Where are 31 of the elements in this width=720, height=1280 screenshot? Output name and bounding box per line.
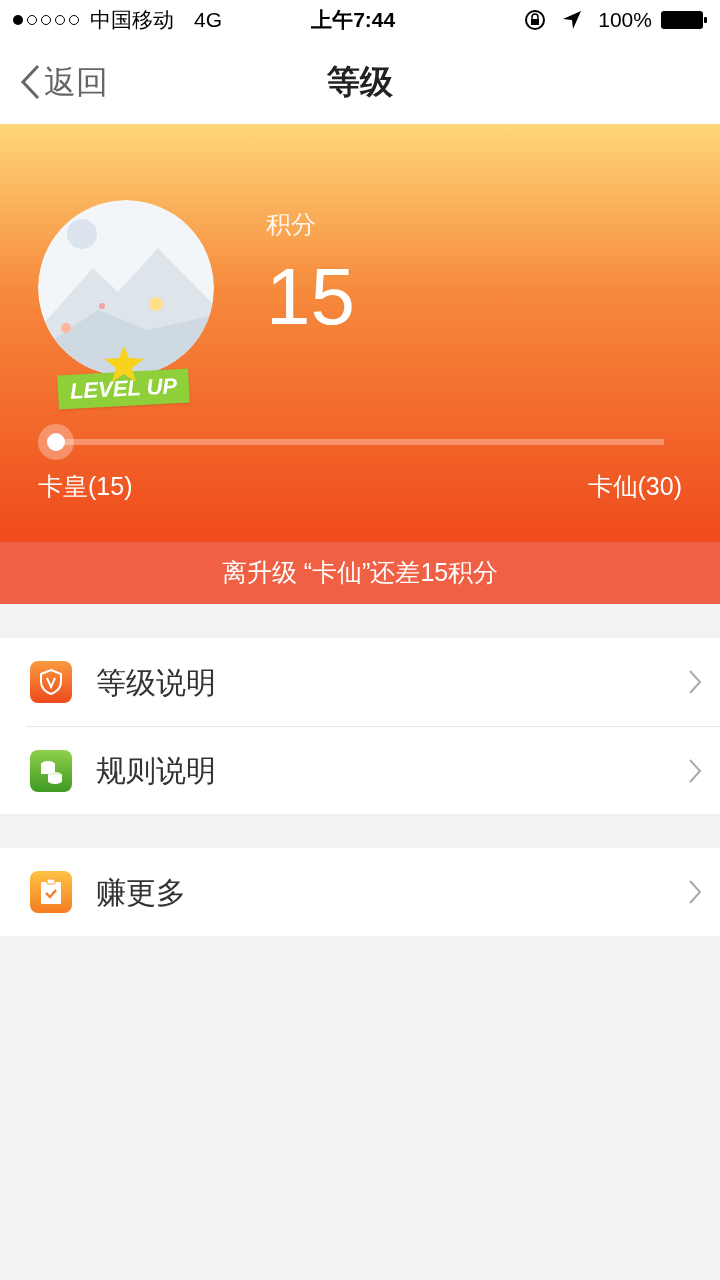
network-type: 4G — [194, 7, 222, 34]
shield-icon — [30, 661, 72, 703]
chevron-right-icon — [688, 669, 702, 695]
clock-time: 上午7:44 — [311, 7, 396, 34]
next-level-label: 卡仙(30) — [587, 471, 682, 502]
points-label: 积分 — [266, 209, 317, 240]
points-value: 15 — [266, 251, 355, 342]
clipboard-check-icon — [30, 871, 72, 913]
battery-icon — [660, 9, 708, 31]
progress-thumb[interactable] — [47, 433, 65, 451]
coins-icon — [30, 749, 72, 792]
star-icon — [102, 346, 146, 382]
menu-label: 赚更多 — [96, 874, 187, 911]
chevron-left-icon — [20, 64, 40, 100]
carrier-name: 中国移动 — [90, 7, 174, 34]
location-arrow-icon — [562, 10, 583, 30]
rotation-lock-icon — [524, 9, 547, 31]
menu-item[interactable]: 赚更多 — [0, 848, 720, 936]
menu-label: 规则说明 — [96, 753, 217, 789]
menu-item[interactable]: 规则说明 — [26, 726, 720, 814]
menu-label: 等级说明 — [96, 664, 217, 701]
chevron-right-icon — [688, 757, 702, 784]
upgrade-notice: 离升级 “卡仙”还差15积分 — [0, 542, 720, 604]
signal-icon — [12, 13, 82, 27]
battery-percent: 100% — [598, 7, 652, 34]
current-level-label: 卡皇(15) — [38, 471, 133, 502]
chevron-right-icon — [688, 879, 702, 905]
back-button[interactable]: 返回 — [20, 58, 108, 106]
page-title: 等级 — [327, 62, 393, 103]
menu-item[interactable]: 等级说明 — [0, 638, 720, 726]
level-up-ribbon: LEVEL UP — [57, 368, 191, 410]
